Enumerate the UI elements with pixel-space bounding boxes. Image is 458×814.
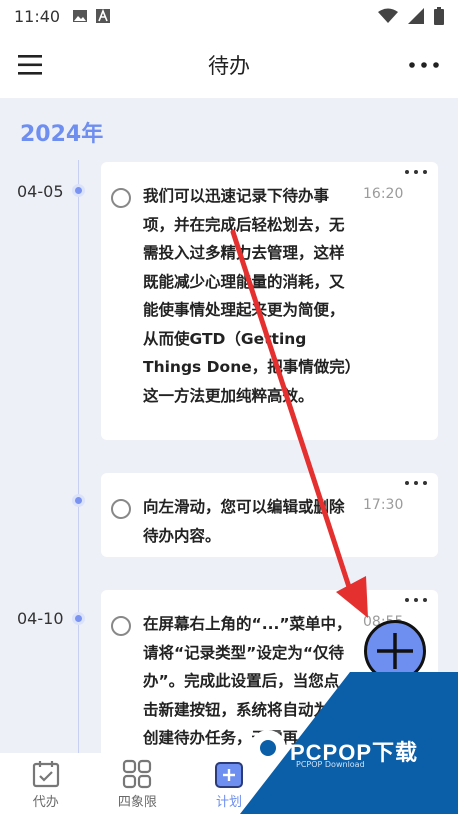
wifi-icon xyxy=(378,8,398,23)
timeline-line xyxy=(78,160,79,753)
todo-checkbox[interactable] xyxy=(111,616,131,636)
menu-icon[interactable] xyxy=(18,52,44,78)
grid-icon xyxy=(123,759,152,789)
year-heading: 2024年 xyxy=(20,122,104,147)
image-icon xyxy=(73,10,88,22)
tab-label: 计划 xyxy=(215,795,242,810)
date-label: 04-10 xyxy=(17,609,64,628)
tab-quadrant[interactable]: 四象限 xyxy=(92,753,184,814)
app-bar: 待办 xyxy=(0,32,458,98)
todo-card[interactable]: 我们可以迅速记录下待办事项，并在完成后轻松划去，无需投入过多精力去管理，这样既能… xyxy=(101,162,438,440)
todo-checkbox[interactable] xyxy=(111,499,131,519)
date-label: 04-05 xyxy=(17,182,64,201)
tab-label: 代办 xyxy=(32,795,59,810)
app-a-icon xyxy=(96,9,111,23)
watermark-subtext: PCPOP Download xyxy=(296,760,365,769)
signal-icon xyxy=(408,8,424,24)
tab-label: 四象限 xyxy=(117,795,157,810)
todo-text: 我们可以迅速记录下待办事项，并在完成后轻松划去，无需投入过多精力去管理，这样既能… xyxy=(143,187,353,405)
status-time: 11:40 xyxy=(14,6,61,26)
tab-todo[interactable]: 代办 xyxy=(0,753,92,814)
status-icons-left xyxy=(72,9,111,23)
page-title: 待办 xyxy=(208,54,250,78)
timeline-dot xyxy=(72,184,85,197)
todo-text: 向左滑动，您可以编辑或删除待办内容。 xyxy=(143,498,345,545)
battery-icon xyxy=(434,7,444,25)
timeline-dot xyxy=(72,612,85,625)
timeline-dot xyxy=(72,494,85,507)
status-bar: 11:40 xyxy=(0,0,458,32)
todo-time: 16:20 xyxy=(363,186,404,202)
todo-checkbox[interactable] xyxy=(111,188,131,208)
plus-icon xyxy=(377,633,413,669)
todo-card[interactable]: 向左滑动，您可以编辑或删除待办内容。 17:30 xyxy=(101,473,438,557)
card-more-icon[interactable] xyxy=(404,477,428,489)
more-options-icon[interactable] xyxy=(408,52,440,78)
todo-time: 17:30 xyxy=(363,497,404,513)
calendar-check-icon xyxy=(32,761,59,788)
status-icons-right xyxy=(378,7,444,25)
card-more-icon[interactable] xyxy=(404,594,428,606)
card-more-icon[interactable] xyxy=(404,166,428,178)
